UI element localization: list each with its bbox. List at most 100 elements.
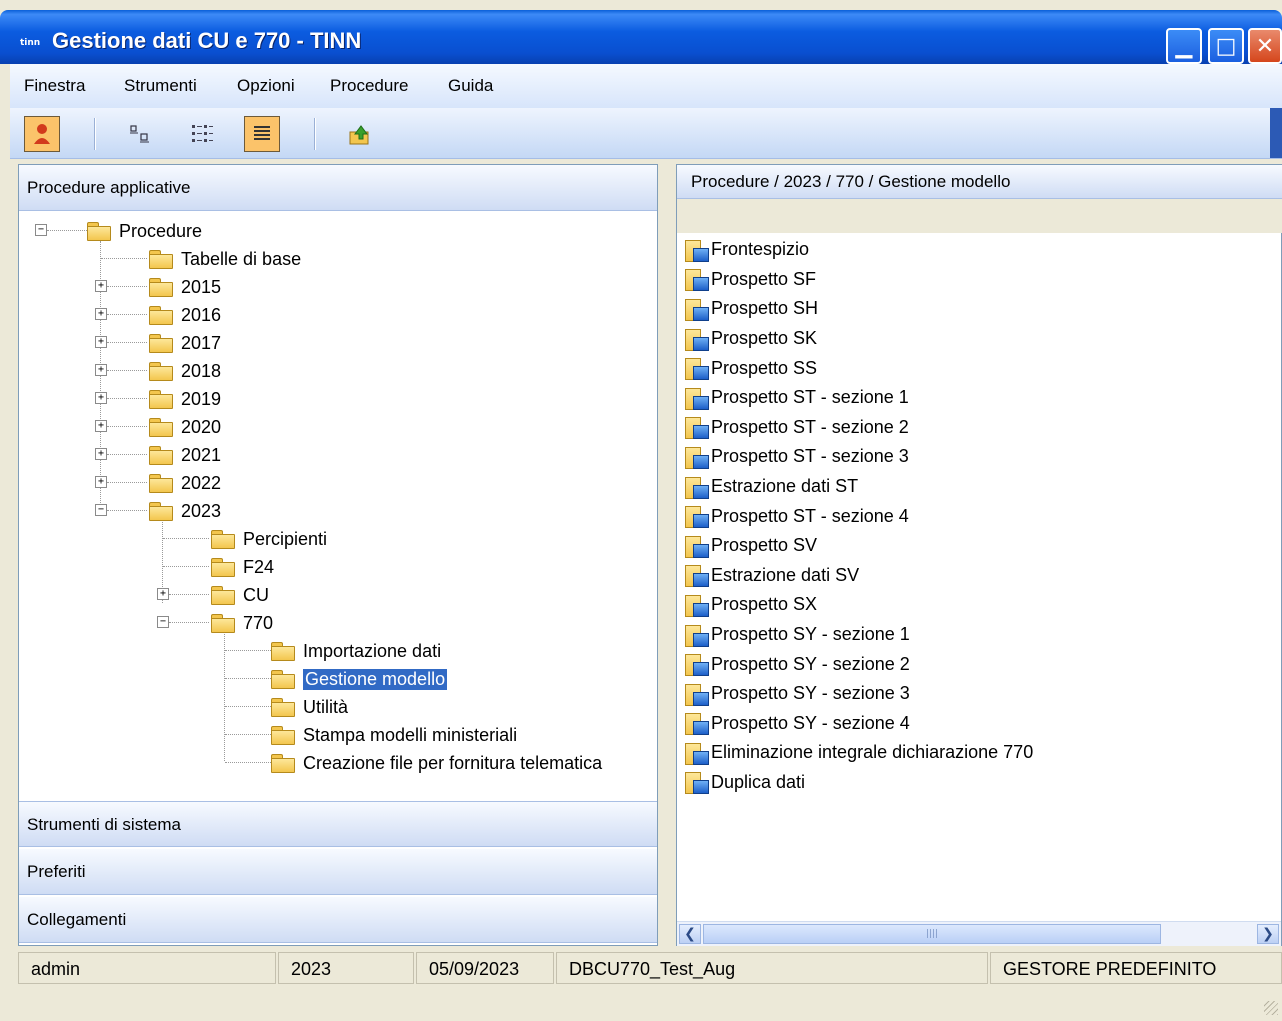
close-icon: ✕ <box>1255 33 1275 59</box>
tree-node-utilita[interactable]: Utilità <box>271 694 348 720</box>
title-bar[interactable]: tinn Gestione dati CU e 770 - TINN ▁ □ ✕ <box>0 10 1282 64</box>
tree-node-importazione-dati[interactable]: Importazione dati <box>271 638 441 664</box>
expand-2020-toggle[interactable]: + <box>95 420 107 432</box>
list-item[interactable]: Frontespizio <box>683 235 1279 265</box>
tree-line <box>107 454 147 455</box>
menu-guida[interactable]: Guida <box>448 76 493 96</box>
tree-node-2018[interactable]: 2018 <box>149 358 221 384</box>
tree-node-procedure[interactable]: Procedure <box>87 218 202 244</box>
section-strumenti-di-sistema[interactable]: Strumenti di sistema <box>19 801 657 847</box>
procedure-icon <box>683 386 709 410</box>
breadcrumb: Procedure / 2023 / 770 / Gestione modell… <box>677 165 1282 199</box>
list-item[interactable]: Duplica dati <box>683 768 1279 798</box>
tree-line <box>107 482 147 483</box>
tree-line <box>225 706 271 707</box>
scroll-left-button[interactable]: ❮ <box>679 924 701 944</box>
procedure-tree: − + + + + + + + + − + − Procedure Tabell… <box>19 213 657 801</box>
expand-2019-toggle[interactable]: + <box>95 392 107 404</box>
list-item[interactable]: Prospetto ST - sezione 3 <box>683 442 1279 472</box>
scroll-right-button[interactable]: ❯ <box>1257 924 1279 944</box>
section-collegamenti[interactable]: Collegamenti <box>19 897 657 943</box>
procedure-panel: Procedure / 2023 / 770 / Gestione modell… <box>676 164 1282 946</box>
expand-2016-toggle[interactable]: + <box>95 308 107 320</box>
maximize-button[interactable]: □ <box>1208 28 1244 64</box>
list-item[interactable]: Prospetto SK <box>683 324 1279 354</box>
list-item[interactable]: Estrazione dati ST <box>683 472 1279 502</box>
section-procedure-applicative[interactable]: Procedure applicative <box>19 165 657 211</box>
tree-line <box>101 258 147 259</box>
expand-cu-toggle[interactable]: + <box>157 588 169 600</box>
folder-icon <box>149 362 173 381</box>
tree-node-creazione-file[interactable]: Creazione file per fornitura telematica <box>271 750 602 776</box>
toolbar-grip[interactable] <box>1270 108 1282 158</box>
tree-node-gestione-modello[interactable]: Gestione modello <box>271 666 448 692</box>
folder-open-icon <box>271 670 295 689</box>
menu-opzioni[interactable]: Opzioni <box>237 76 295 96</box>
list-item[interactable]: Eliminazione integrale dichiarazione 770 <box>683 738 1279 768</box>
procedure-icon <box>683 682 709 706</box>
list-item[interactable]: Prospetto SV <box>683 531 1279 561</box>
scroll-thumb[interactable]: |||| <box>703 924 1161 944</box>
collapse-2023-toggle[interactable]: − <box>95 504 107 516</box>
tree-node-tabelle-di-base[interactable]: Tabelle di base <box>149 246 301 272</box>
export-button[interactable] <box>342 116 378 152</box>
list-item[interactable]: Prospetto SS <box>683 353 1279 383</box>
expand-2021-toggle[interactable]: + <box>95 448 107 460</box>
collapse-770-toggle[interactable]: − <box>157 616 169 628</box>
collapse-procedure-toggle[interactable]: − <box>35 224 47 236</box>
folder-icon <box>211 614 235 633</box>
procedure-icon <box>683 770 709 795</box>
list-item[interactable]: Prospetto SH <box>683 294 1279 324</box>
text-size-button[interactable] <box>122 116 158 152</box>
menu-strumenti[interactable]: Strumenti <box>124 76 197 96</box>
list-item[interactable]: Prospetto SY - sezione 2 <box>683 649 1279 679</box>
list-item[interactable]: Prospetto ST - sezione 1 <box>683 383 1279 413</box>
procedure-icon <box>683 267 709 292</box>
text-size-icon <box>130 125 149 143</box>
folder-icon <box>271 642 295 661</box>
list-item[interactable]: Prospetto SY - sezione 1 <box>683 620 1279 650</box>
folder-icon <box>149 334 173 353</box>
section-preferiti[interactable]: Preferiti <box>19 849 657 895</box>
tree-node-2022[interactable]: 2022 <box>149 470 221 496</box>
expand-2015-toggle[interactable]: + <box>95 280 107 292</box>
tree-node-f24[interactable]: F24 <box>211 554 274 580</box>
expand-2022-toggle[interactable]: + <box>95 476 107 488</box>
tree-node-2021[interactable]: 2021 <box>149 442 221 468</box>
horizontal-scrollbar[interactable]: ❮ |||| ❯ <box>677 921 1281 946</box>
tree-node-2020[interactable]: 2020 <box>149 414 221 440</box>
tree-node-2015[interactable]: 2015 <box>149 274 221 300</box>
tree-node-770[interactable]: 770 <box>211 610 273 636</box>
tree-line <box>225 734 271 735</box>
procedure-icon <box>683 445 709 469</box>
panel-subheader <box>677 199 1282 233</box>
tree-node-stampa-modelli[interactable]: Stampa modelli ministeriali <box>271 722 517 748</box>
minimize-button[interactable]: ▁ <box>1166 28 1202 64</box>
details-view-button[interactable] <box>244 116 280 152</box>
list-view-button[interactable] <box>184 116 220 152</box>
list-item[interactable]: Prospetto ST - sezione 2 <box>683 413 1279 443</box>
menu-finestra[interactable]: Finestra <box>24 76 85 96</box>
list-item[interactable]: Prospetto SY - sezione 3 <box>683 679 1279 709</box>
resize-grip-icon[interactable] <box>1264 1001 1278 1015</box>
list-item[interactable]: Estrazione dati SV <box>683 561 1279 591</box>
app-window: tinn Gestione dati CU e 770 - TINN ▁ □ ✕… <box>0 0 1282 1021</box>
list-item[interactable]: Prospetto SY - sezione 4 <box>683 709 1279 739</box>
list-item[interactable]: Prospetto SF <box>683 265 1279 295</box>
tree-node-2023[interactable]: 2023 <box>149 498 221 524</box>
close-button[interactable]: ✕ <box>1248 28 1282 64</box>
user-button[interactable] <box>24 116 60 152</box>
tree-node-2017[interactable]: 2017 <box>149 330 221 356</box>
tree-node-percipienti[interactable]: Percipienti <box>211 526 327 552</box>
expand-2017-toggle[interactable]: + <box>95 336 107 348</box>
folder-icon <box>211 586 235 605</box>
tree-node-2019[interactable]: 2019 <box>149 386 221 412</box>
menu-procedure[interactable]: Procedure <box>330 76 408 96</box>
list-item[interactable]: Prospetto SX <box>683 590 1279 620</box>
tree-node-cu[interactable]: CU <box>211 582 269 608</box>
list-item[interactable]: Prospetto ST - sezione 4 <box>683 501 1279 531</box>
expand-2018-toggle[interactable]: + <box>95 364 107 376</box>
tree-node-2016[interactable]: 2016 <box>149 302 221 328</box>
procedure-icon <box>683 297 709 321</box>
list-view-icon <box>192 125 213 142</box>
